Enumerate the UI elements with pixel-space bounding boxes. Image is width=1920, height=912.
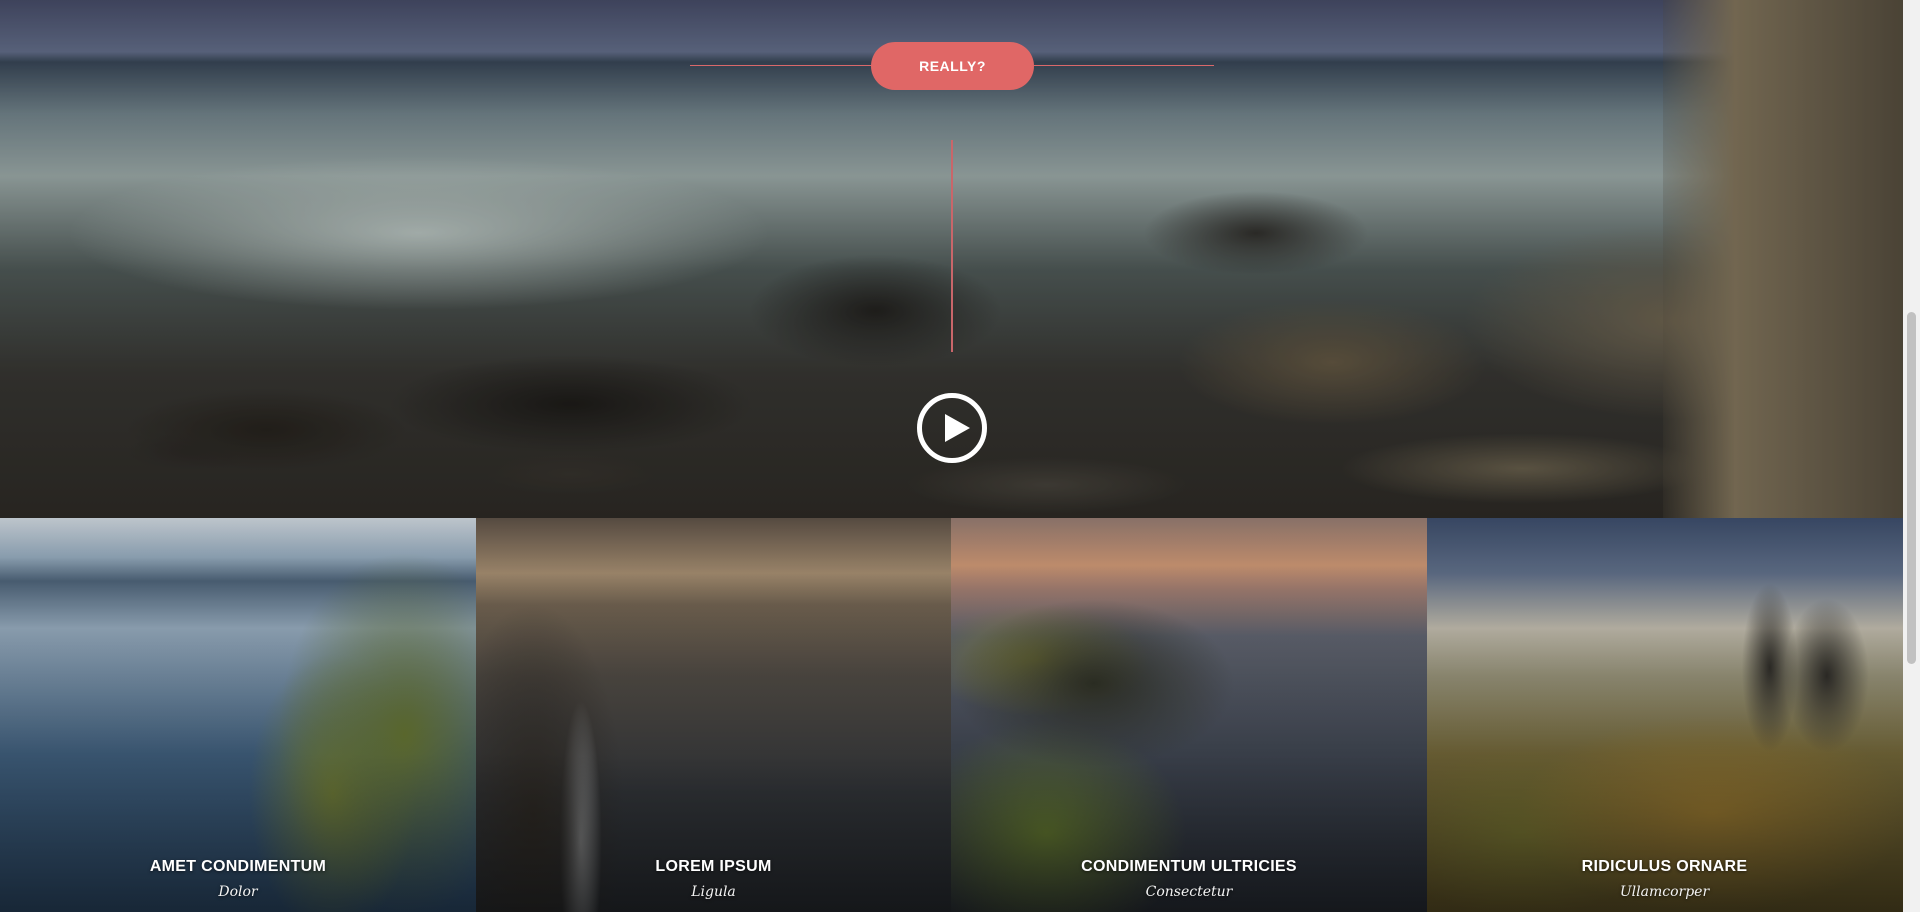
gallery-tile[interactable]: LOREM IPSUM Ligula — [475, 518, 952, 912]
decorative-line-left — [690, 65, 872, 66]
tile-title: CONDIMENTUM ULTRICIES — [1081, 858, 1297, 875]
tile-subtitle: Ullamcorper — [1619, 884, 1710, 900]
gallery-tile[interactable]: AMET CONDIMENTUM Dolor — [0, 518, 476, 912]
gallery-tiles: AMET CONDIMENTUM Dolor LOREM IPSUM Ligul… — [0, 518, 1903, 912]
tile-subtitle: Ligula — [691, 884, 736, 900]
tile-title: RIDICULUS ORNARE — [1581, 858, 1748, 875]
page-scrollbar[interactable] — [1903, 0, 1920, 912]
really-button[interactable]: REALLY? — [871, 42, 1034, 90]
tile-subtitle: Consectetur — [1145, 884, 1233, 900]
hero-section: REALLY? — [0, 0, 1903, 518]
play-video-button[interactable] — [917, 393, 987, 463]
tile-subtitle: Dolor — [218, 884, 258, 900]
gallery-tile[interactable]: RIDICULUS ORNARE Ullamcorper — [1426, 518, 1903, 912]
play-icon — [945, 414, 970, 442]
tile-overlay — [1426, 518, 1903, 912]
tile-title: LOREM IPSUM — [655, 858, 772, 875]
scrollbar-thumb[interactable] — [1907, 312, 1916, 664]
decorative-line-right — [1034, 65, 1214, 66]
decorative-vertical-line — [951, 140, 953, 352]
gallery-tile[interactable]: CONDIMENTUM ULTRICIES Consectetur — [951, 518, 1427, 912]
tile-title: AMET CONDIMENTUM — [149, 858, 327, 875]
tile-overlay — [475, 518, 952, 912]
tile-overlay — [951, 518, 1427, 912]
tile-overlay — [0, 518, 476, 912]
